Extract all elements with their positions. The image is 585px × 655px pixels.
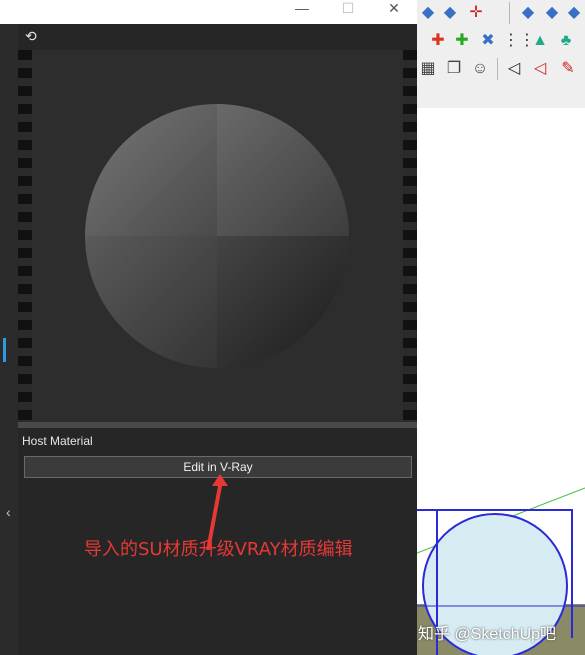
watermark-text: 知乎 @SketchUp吧 bbox=[418, 626, 557, 643]
box-icon[interactable]: ◆ bbox=[439, 2, 461, 24]
preview-sphere bbox=[85, 104, 349, 368]
lock-icon[interactable]: ◁ bbox=[529, 58, 551, 80]
box-icon[interactable]: ◆ bbox=[417, 2, 439, 24]
toolbar-separator bbox=[509, 2, 510, 24]
toolbar-row-1: ◆ ◆ ✛ ◆ ◆ ◆ bbox=[417, 0, 585, 28]
material-preview bbox=[18, 50, 417, 422]
person-icon[interactable]: ☺ bbox=[469, 58, 491, 80]
move-red-icon[interactable]: ✚ bbox=[427, 30, 449, 52]
panel-divider bbox=[18, 422, 417, 428]
host-material-label: Host Material bbox=[22, 434, 93, 448]
layers-icon[interactable]: ❐ bbox=[443, 58, 465, 80]
scene-graphics bbox=[417, 487, 585, 655]
panel-header: ⟲ bbox=[18, 24, 417, 50]
toolbar-row-3: ▦ ❐ ☺ ◁ ◁ ✎ bbox=[417, 56, 585, 84]
close-button[interactable]: ✕ bbox=[374, 0, 414, 22]
cone-icon[interactable]: ▲ bbox=[529, 30, 551, 52]
sketchup-toolbar: ◆ ◆ ✛ ◆ ◆ ◆ ✚ ✚ ✖ ⋮⋮ ▲ ♣ ▦ ❐ ☺ ◁ ◁ ✎ bbox=[417, 0, 585, 109]
move-icon[interactable]: ✛ bbox=[465, 2, 487, 24]
collapse-arrow-icon[interactable]: ‹ bbox=[6, 502, 11, 522]
move-green-icon[interactable]: ✚ bbox=[451, 30, 473, 52]
pen-icon[interactable]: ✎ bbox=[557, 58, 579, 80]
host-sidebar: ‹ bbox=[0, 0, 18, 655]
maximize-button[interactable]: ☐ bbox=[328, 0, 368, 22]
annotation-text: 导入的SU材质升级VRAY材质编辑 bbox=[84, 539, 353, 560]
window-titlebar: — ☐ ✕ bbox=[0, 0, 417, 24]
active-indicator bbox=[3, 338, 6, 362]
grid-icon[interactable]: ▦ bbox=[417, 58, 439, 80]
rotate-icon[interactable]: ✖ bbox=[477, 30, 499, 52]
toolbar-separator bbox=[497, 58, 498, 80]
box-icon[interactable]: ◆ bbox=[563, 2, 585, 24]
box-icon[interactable]: ◆ bbox=[541, 2, 563, 24]
grid-icon[interactable]: ⋮⋮ bbox=[503, 30, 535, 52]
camera-rotate-icon[interactable]: ⟲ bbox=[25, 28, 37, 45]
tree-icon[interactable]: ♣ bbox=[555, 30, 577, 52]
toolbar-row-2: ✚ ✚ ✖ ⋮⋮ ▲ ♣ bbox=[417, 28, 585, 56]
minimize-button[interactable]: — bbox=[282, 0, 322, 22]
box-icon[interactable]: ◆ bbox=[517, 2, 539, 24]
arrow-icon[interactable]: ◁ bbox=[503, 58, 525, 80]
sketchup-viewport[interactable] bbox=[417, 108, 585, 655]
